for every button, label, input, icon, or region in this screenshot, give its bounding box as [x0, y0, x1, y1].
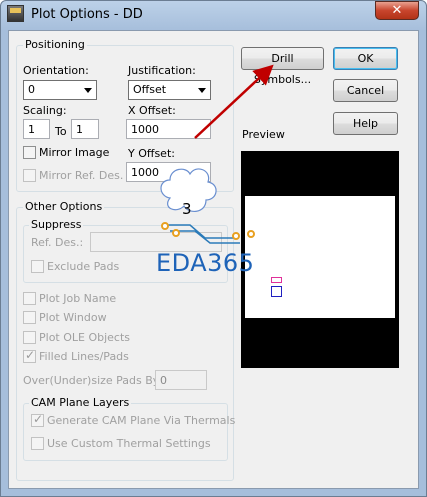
watermark-text: EDA365 — [156, 249, 255, 277]
cloud-number: 3 — [182, 200, 192, 218]
red-arrow-icon — [194, 64, 274, 139]
